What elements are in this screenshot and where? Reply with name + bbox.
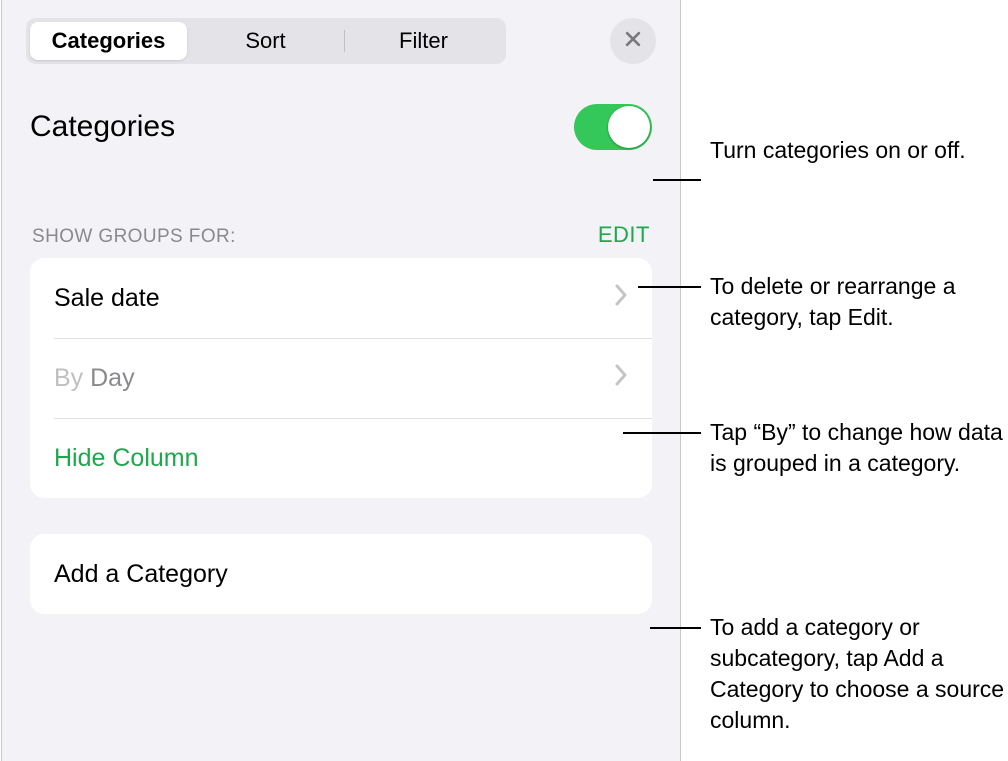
- row-by-day-label: By Day: [54, 364, 614, 393]
- add-category-card: Add a Category: [30, 534, 652, 614]
- tab-filter-label: Filter: [399, 28, 448, 54]
- tab-sort-label: Sort: [245, 28, 285, 54]
- row-sale-date-label: Sale date: [54, 284, 614, 313]
- by-prefix: By: [54, 364, 90, 392]
- tab-sort[interactable]: Sort: [187, 22, 344, 60]
- row-by-day[interactable]: By Day: [30, 338, 652, 418]
- chevron-right-icon: [614, 283, 628, 314]
- leader-line: [638, 286, 701, 288]
- tab-filter[interactable]: Filter: [345, 22, 502, 60]
- top-bar: Categories Sort Filter: [2, 18, 680, 82]
- segmented-control: Categories Sort Filter: [26, 18, 506, 64]
- callout-toggle: Turn categories on or off.: [710, 135, 966, 166]
- row-hide-column[interactable]: Hide Column: [30, 418, 652, 498]
- categories-panel: Categories Sort Filter Categories: [1, 0, 681, 761]
- groups-card: Sale date By Day Hide Column: [30, 258, 652, 498]
- chevron-right-icon: [614, 363, 628, 394]
- close-button[interactable]: [610, 18, 656, 64]
- by-suffix: Day: [90, 364, 134, 392]
- row-add-category[interactable]: Add a Category: [30, 534, 652, 614]
- hide-column-label: Hide Column: [54, 444, 199, 473]
- callout-by: Tap “By” to change how data is grouped i…: [710, 417, 1008, 479]
- callout-add: To add a category or subcategory, tap Ad…: [710, 612, 1008, 736]
- toggle-knob: [608, 106, 650, 148]
- add-category-label: Add a Category: [54, 560, 628, 589]
- leader-line: [650, 627, 701, 629]
- edit-button[interactable]: EDIT: [598, 222, 650, 248]
- group-header-label: SHOW GROUPS FOR:: [32, 226, 598, 248]
- section-title: Categories: [30, 110, 574, 144]
- close-icon: [623, 29, 643, 54]
- categories-toggle[interactable]: [574, 104, 652, 150]
- callout-edit: To delete or rearrange a category, tap E…: [710, 271, 1008, 333]
- row-sale-date[interactable]: Sale date: [30, 258, 652, 338]
- leader-line: [653, 179, 701, 181]
- leader-line: [623, 432, 701, 434]
- tab-categories-label: Categories: [52, 28, 166, 54]
- group-header: SHOW GROUPS FOR: EDIT: [2, 150, 680, 258]
- section-title-row: Categories: [2, 82, 680, 150]
- tab-categories[interactable]: Categories: [30, 22, 187, 60]
